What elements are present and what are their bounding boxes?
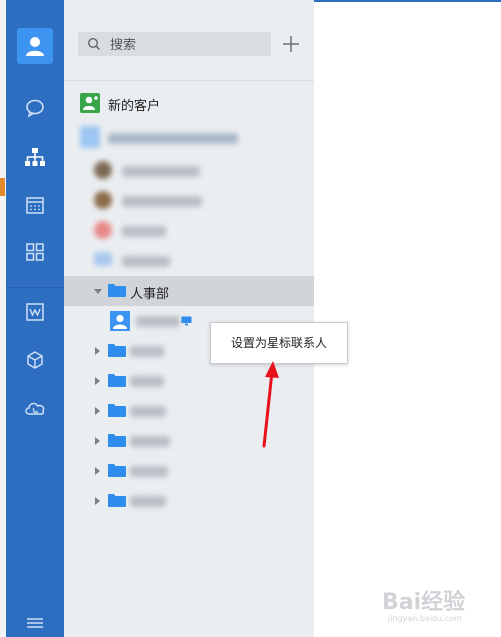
contact-row-redacted[interactable] (64, 186, 314, 216)
rail-divider (6, 287, 64, 288)
search-box[interactable] (78, 32, 271, 56)
contact-row-redacted[interactable] (64, 156, 314, 186)
nav-messages-button[interactable] (17, 90, 53, 126)
dept-name-redacted (130, 436, 170, 447)
contacts-panel: 新的客户 人事部 (64, 0, 314, 637)
computer-icon (181, 316, 192, 326)
chevron-right-icon[interactable] (95, 407, 100, 415)
dept-name-redacted (130, 376, 164, 387)
search-icon (87, 37, 101, 51)
chevron-right-icon[interactable] (95, 377, 100, 385)
org-name-redacted (108, 133, 238, 144)
folder-icon (108, 404, 126, 417)
cloud-phone-icon (25, 402, 45, 415)
nav-contacts-button[interactable] (17, 139, 53, 175)
contact-avatar (94, 252, 112, 266)
contact-name-redacted (122, 256, 170, 267)
chevron-down-icon[interactable] (94, 289, 102, 294)
cube-icon (27, 351, 43, 369)
workbench-icon (26, 303, 44, 321)
background-window-mark (0, 178, 5, 196)
member-name-redacted (136, 316, 180, 327)
watermark-brand: Bai经验 (382, 590, 466, 615)
nav-menu-button[interactable] (17, 612, 53, 634)
profile-avatar-button[interactable] (17, 28, 53, 64)
menu-icon (27, 618, 43, 628)
new-customers-row[interactable]: 新的客户 (64, 88, 314, 118)
dept-name-redacted (130, 496, 166, 507)
contact-avatar (94, 221, 112, 239)
dept-row-hr[interactable]: 人事部 (64, 276, 314, 306)
search-input[interactable] (108, 35, 262, 55)
dept-row-redacted[interactable] (64, 456, 314, 486)
folder-icon (108, 344, 126, 357)
annotation-arrow (262, 361, 279, 448)
contact-name-redacted (122, 226, 166, 237)
title-bar-accent-line (314, 0, 501, 2)
user-avatar-icon (26, 37, 44, 56)
org-root-row[interactable] (64, 123, 314, 153)
baidu-jingyan-watermark: Bai经验 jingyan.baidu.com (382, 584, 466, 623)
new-customer-icon (80, 93, 100, 113)
contact-avatar (94, 191, 112, 209)
folder-icon (108, 284, 126, 297)
calendar-icon (26, 197, 44, 214)
folder-icon (108, 494, 126, 507)
chevron-right-icon[interactable] (95, 437, 100, 445)
nav-cube-app-button[interactable] (17, 342, 53, 378)
apps-grid-icon (26, 243, 44, 261)
dept-row-redacted[interactable] (64, 486, 314, 516)
panel-divider (64, 80, 314, 81)
contact-row-redacted[interactable] (64, 246, 314, 276)
contact-avatar-icon (110, 311, 130, 331)
main-content-area (314, 0, 501, 637)
contact-name-redacted (122, 196, 202, 207)
add-contact-plus-icon[interactable] (280, 33, 302, 55)
dept-name-redacted (130, 406, 166, 417)
contact-row-redacted[interactable] (64, 216, 314, 246)
nav-cloud-phone-button[interactable] (17, 390, 53, 426)
nav-calendar-button[interactable] (17, 187, 53, 223)
navigation-rail (6, 0, 64, 637)
dept-name-redacted (130, 346, 164, 357)
contact-avatar (94, 161, 112, 179)
dept-label: 人事部 (130, 287, 170, 302)
new-customers-label: 新的客户 (108, 99, 161, 114)
watermark-url: jingyan.baidu.com (388, 614, 462, 623)
org-logo-icon (80, 126, 100, 148)
folder-icon (108, 464, 126, 477)
nav-apps-button[interactable] (17, 234, 53, 270)
chevron-right-icon[interactable] (95, 347, 100, 355)
folder-icon (108, 374, 126, 387)
dept-name-redacted (130, 466, 168, 477)
chevron-right-icon[interactable] (95, 467, 100, 475)
nav-workbench-button[interactable] (17, 294, 53, 330)
set-starred-contact-label: 设置为星标联系人 (230, 336, 327, 350)
chevron-right-icon[interactable] (95, 497, 100, 505)
org-chart-icon (25, 148, 45, 166)
folder-icon (108, 434, 126, 447)
contact-name-redacted (122, 166, 200, 177)
chat-bubble-icon (26, 99, 44, 118)
